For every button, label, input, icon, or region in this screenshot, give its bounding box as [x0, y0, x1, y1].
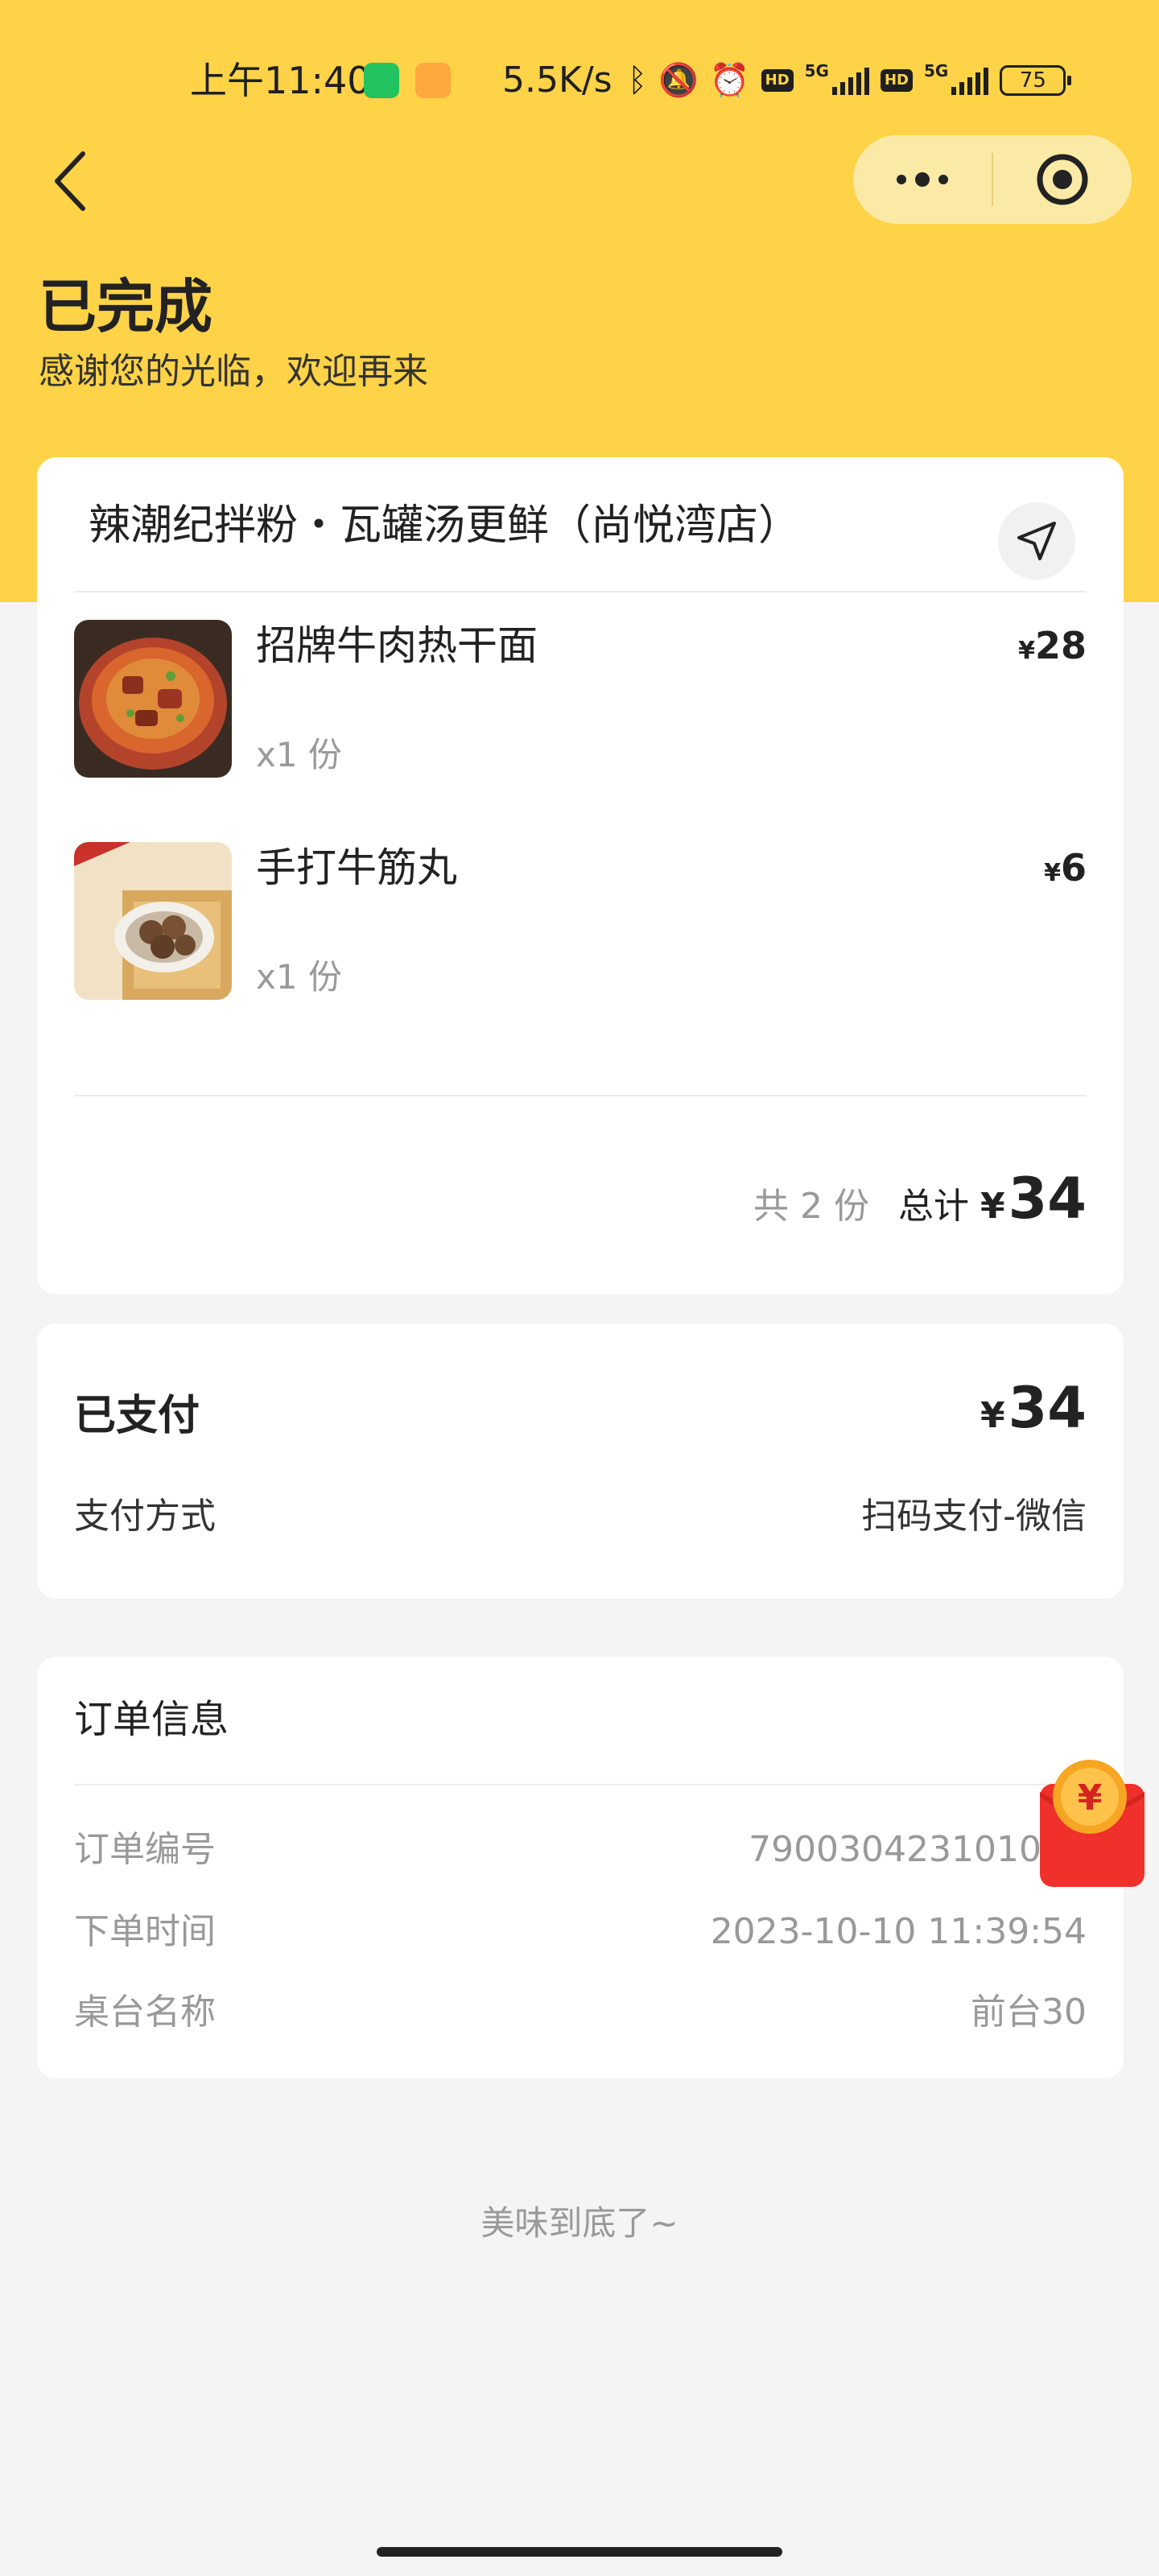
info-row-order-time: 下单时间 2023-10-10 11:39:54 — [74, 1908, 1087, 1956]
info-label: 桌台名称 — [74, 1992, 216, 2033]
info-row-table-name: 桌台名称 前台30 — [74, 1988, 1087, 2037]
divider — [74, 1784, 1087, 1785]
chevron-left-icon — [55, 151, 85, 211]
more-dots-icon — [897, 172, 948, 187]
info-label: 下单时间 — [74, 1911, 216, 1952]
total-label: 总计 — [897, 1186, 969, 1227]
order-item[interactable]: 招牌牛肉热干面 x1 份 ¥28 — [74, 620, 1087, 781]
order-summary: 共 2 份 总计 ¥ 34 — [753, 1166, 1087, 1232]
payment-card: 已支付 ¥ 34 支付方式 扫码支付-微信 — [37, 1323, 1124, 1599]
order-item[interactable]: 手打牛筋丸 x1 份 ¥6 — [74, 842, 1087, 1003]
back-button[interactable] — [43, 145, 100, 217]
home-indicator[interactable] — [377, 2547, 782, 2557]
signal-icon — [951, 66, 989, 95]
payment-status: 已支付 — [74, 1392, 200, 1440]
wechat-notification-icon — [364, 63, 399, 98]
hd-badge: HD — [761, 69, 794, 92]
paid-value: 34 — [1008, 1375, 1087, 1441]
signal-icon — [831, 66, 869, 95]
status-time: 上午11:40 — [190, 59, 371, 102]
app-notification-icon — [415, 63, 451, 98]
item-name: 招牌牛肉热干面 — [256, 622, 538, 669]
red-packet-button[interactable]: ¥ — [1038, 1757, 1146, 1889]
info-value: 2023-10-10 11:39:54 — [710, 1911, 1087, 1952]
currency-symbol: ¥ — [1018, 637, 1035, 665]
order-card: 辣潮纪拌粉・瓦罐汤更鲜（尚悦湾店） 招牌牛肉热干面 x1 份 ¥28 手打牛筋丸… — [37, 457, 1124, 1294]
store-name[interactable]: 辣潮纪拌粉・瓦罐汤更鲜（尚悦湾店） — [89, 497, 800, 554]
page-title: 已完成 — [39, 273, 213, 341]
price-value: 28 — [1034, 624, 1087, 667]
payment-method-label: 支付方式 — [74, 1496, 216, 1537]
network-speed: 5.5K/s — [502, 60, 612, 101]
network-type: 5G — [804, 61, 829, 80]
currency-symbol: ¥ — [1044, 859, 1061, 887]
network-type: 5G — [924, 61, 949, 80]
bluetooth-icon: ᛒ — [628, 62, 647, 99]
order-info-card: 订单信息 订单编号 790030423101000 下单时间 2023-10-1… — [37, 1657, 1124, 2079]
payment-method-value: 扫码支付-微信 — [861, 1496, 1087, 1537]
target-close-icon — [1037, 154, 1088, 205]
more-button[interactable] — [853, 135, 992, 224]
divider — [74, 591, 1087, 592]
item-quantity: x1 份 — [256, 957, 342, 997]
item-price: ¥28 — [1018, 621, 1087, 679]
red-envelope-icon: ¥ — [1040, 1760, 1145, 1887]
hd-badge: HD — [880, 69, 913, 92]
info-value: 前台30 — [971, 1992, 1087, 2033]
page-subtitle: 感谢您的光临，欢迎再来 — [39, 351, 428, 392]
red-packet-badge: ¥ — [1078, 1777, 1103, 1818]
close-miniprogram-button[interactable] — [993, 135, 1132, 224]
currency-symbol: ¥ — [980, 1186, 1005, 1227]
mute-icon: 🔕 — [658, 62, 699, 99]
order-info-title: 订单信息 — [74, 1697, 229, 1742]
item-count: 共 2 份 — [753, 1186, 869, 1227]
beef-ball-image — [74, 842, 232, 1000]
battery-icon: 75 — [1000, 65, 1072, 96]
price-value: 6 — [1060, 846, 1087, 890]
miniprogram-capsule — [853, 135, 1132, 224]
navigation-arrow-icon — [1017, 522, 1056, 560]
paid-amount: ¥ 34 — [980, 1375, 1087, 1441]
end-of-list-text: 美味到底了~ — [481, 2203, 678, 2243]
info-row-order-number: 订单编号 790030423101000 — [74, 1826, 1087, 1874]
total-amount: 34 — [1008, 1166, 1087, 1232]
currency-symbol: ¥ — [980, 1395, 1005, 1436]
navigate-button[interactable] — [998, 502, 1075, 580]
info-value[interactable]: 790030423101000 — [749, 1826, 1087, 1874]
item-price: ¥6 — [1044, 844, 1087, 901]
item-name: 手打牛筋丸 — [256, 844, 457, 891]
alarm-icon: ⏰ — [709, 62, 750, 99]
beef-noodle-image — [74, 620, 232, 778]
divider — [74, 1095, 1087, 1096]
info-label: 订单编号 — [74, 1829, 216, 1870]
item-quantity: x1 份 — [256, 735, 342, 774]
